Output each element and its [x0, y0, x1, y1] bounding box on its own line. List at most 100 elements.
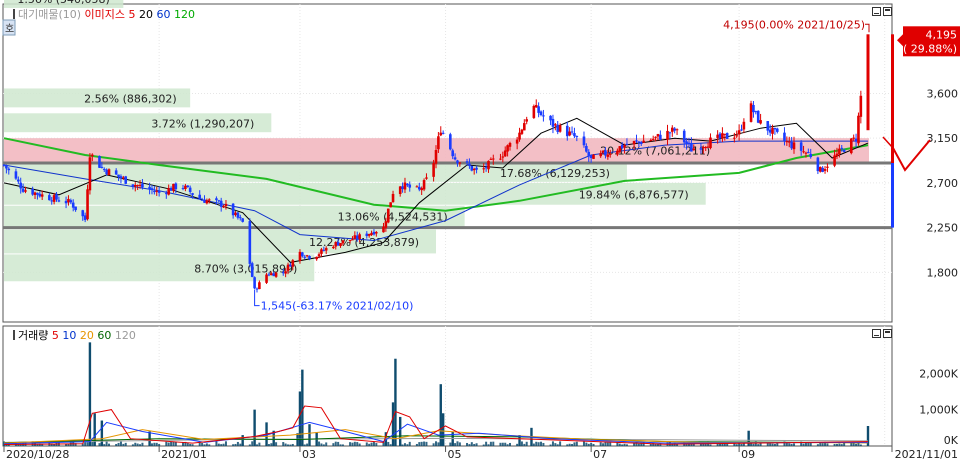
candle-body: [417, 186, 421, 190]
candle-body: [857, 115, 860, 144]
volume-bar: [826, 443, 829, 446]
candle-body: [742, 121, 746, 130]
candle-body: [472, 168, 476, 171]
candle-body: [69, 200, 73, 203]
candle-body: [733, 137, 736, 139]
candle-body: [616, 150, 619, 155]
volume-bar: [358, 443, 361, 446]
volume-axis: 0K 1,000K 2,000K: [919, 367, 958, 447]
volume-bar: [802, 443, 805, 446]
volume-bar: [571, 444, 574, 446]
volume-bar: [833, 443, 836, 446]
candle-body: [608, 153, 612, 155]
candle-body: [224, 203, 228, 207]
volume-bar: [618, 443, 621, 446]
candle-body: [804, 152, 808, 154]
side-tab-label: 호: [5, 23, 14, 35]
volume-bar: [843, 442, 846, 446]
candle-body: [384, 221, 388, 228]
volume-bar: [234, 443, 237, 446]
candle-body: [40, 194, 44, 197]
volume-maximize-button[interactable]: [883, 329, 892, 338]
volume-bar: [325, 442, 328, 446]
date-axis-label: 07: [593, 448, 607, 460]
candle-body: [842, 149, 846, 152]
candle-body: [17, 179, 20, 182]
candle-body: [551, 118, 555, 127]
volume-profile-label: 8.70% (3,015,899): [194, 262, 297, 275]
volume-bar: [131, 444, 134, 446]
volume-profile-label: 3.72% (1,290,207): [151, 117, 254, 130]
volume-bar: [769, 443, 772, 446]
volume-minimize-button[interactable]: [872, 329, 881, 338]
volume-axis-label: 1,000K: [919, 404, 958, 417]
candle-body: [315, 256, 318, 260]
candle-body: [298, 251, 302, 261]
legend-item: 5: [125, 8, 136, 21]
date-axis-label: 09: [741, 448, 755, 460]
volume-spike: [439, 384, 442, 446]
volume-spike: [298, 391, 302, 446]
candle-body: [355, 235, 359, 239]
volume-bar: [602, 443, 605, 446]
candle-body: [556, 124, 560, 132]
candle-body: [718, 133, 722, 139]
candle-body: [838, 148, 841, 155]
volume-bar: [320, 443, 323, 446]
volume-bar: [287, 444, 290, 446]
candle-body: [835, 153, 839, 157]
volume-profile-label: 13.06% (4,524,531): [338, 211, 448, 224]
volume-bar: [105, 441, 108, 446]
volume-bar: [291, 443, 294, 446]
candle-body: [205, 200, 209, 204]
candle-body: [250, 263, 254, 277]
volume-bar: [172, 441, 175, 446]
candle-body: [141, 183, 144, 188]
candle-body: [635, 140, 638, 142]
candle-body: [441, 132, 445, 134]
volume-bar: [492, 441, 495, 446]
candle-body: [372, 231, 376, 235]
candle-body: [776, 128, 779, 132]
candle-body: [382, 226, 385, 233]
price-axis: 1,800 2,250 2,700 3,150 3,600: [927, 87, 959, 279]
candle-body: [506, 145, 509, 152]
current-price-change: ( 29.88%): [903, 42, 957, 55]
candle-body: [518, 132, 521, 140]
volume-bar: [456, 441, 459, 446]
candle-body: [656, 134, 660, 137]
right-edge-bar-red: [891, 34, 894, 164]
candle-body: [2, 164, 6, 166]
volume-bar: [139, 444, 142, 446]
candle-body: [625, 143, 629, 145]
volume-bar: [284, 443, 287, 446]
svg-text:대기매물(10) 이미지스 5 20 60 120: 대기매물(10) 이미지스 5 20 60 120: [18, 8, 195, 21]
volume-bar: [370, 442, 373, 446]
candle-body: [651, 138, 655, 140]
candle-body: [31, 189, 34, 195]
candle-body: [198, 194, 202, 200]
date-axis-label: 03: [302, 448, 316, 460]
candle-body: [289, 265, 292, 267]
volume-bar: [621, 444, 624, 446]
volume-bar: [835, 443, 838, 446]
candle-body: [308, 255, 311, 259]
volume-bar: [599, 442, 602, 446]
volume-bar: [165, 441, 168, 446]
candle-body: [532, 105, 536, 118]
volume-spike: [391, 402, 395, 446]
candle-body: [573, 133, 576, 137]
volume-bar: [387, 441, 390, 446]
candle-body: [353, 235, 357, 239]
candle-body: [255, 288, 259, 290]
price-minimize-button[interactable]: [872, 7, 881, 16]
candle-body: [169, 187, 173, 191]
volume-bar: [625, 444, 628, 446]
volume-bar: [425, 441, 428, 446]
volume-spike: [308, 424, 311, 446]
volume-bar: [420, 441, 423, 446]
price-maximize-button[interactable]: [883, 7, 892, 16]
volume-bar: [590, 442, 593, 446]
candle-body: [420, 188, 423, 191]
candle-body: [470, 165, 474, 171]
